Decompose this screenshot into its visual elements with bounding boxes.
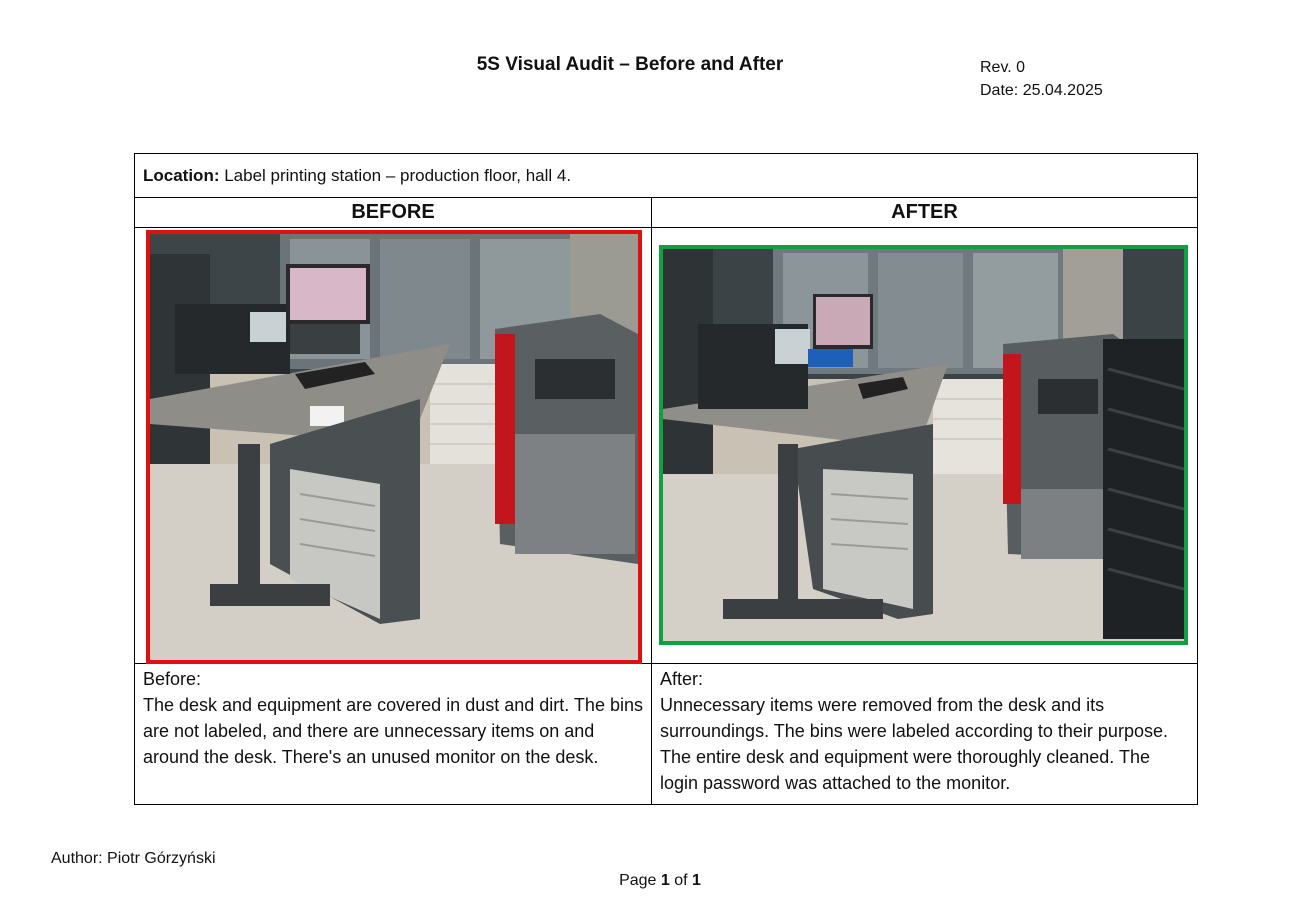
before-description-title: Before:	[143, 669, 202, 689]
page-mid: of	[669, 872, 693, 889]
page-prefix: Page	[619, 872, 661, 889]
page-number: Page 1 of 1	[600, 872, 720, 890]
before-photo-cell	[134, 227, 652, 664]
before-photo-image	[150, 234, 638, 660]
after-photo-image	[663, 249, 1184, 641]
document-meta: Rev. 0 Date: 25.04.2025	[980, 56, 1103, 102]
location-value: Label printing station – production floo…	[219, 165, 572, 185]
revision-label: Rev. 0	[980, 59, 1026, 76]
after-photo-cell	[650, 227, 1199, 664]
before-photo	[146, 230, 642, 664]
page-current: 1	[660, 872, 670, 889]
location-label: Location:	[143, 165, 220, 185]
after-photo	[659, 245, 1188, 645]
author-label: Author: Piotr Górzyński	[51, 850, 216, 867]
after-description-text: Unnecessary items were removed from the …	[660, 695, 1168, 793]
after-description-title: After:	[660, 669, 704, 689]
after-header: AFTER	[650, 197, 1199, 228]
before-header: BEFORE	[134, 197, 652, 228]
document-title: 5S Visual Audit – Before and After	[476, 54, 784, 75]
date-label: Date: 25.04.2025	[980, 82, 1103, 99]
audit-table: Location: Label printing station – produ…	[133, 153, 1199, 805]
before-description-text: The desk and equipment are covered in du…	[143, 695, 643, 767]
before-description-cell: Before: The desk and equipment are cover…	[134, 663, 652, 805]
after-description-cell: After: Unnecessary items were removed fr…	[650, 663, 1199, 805]
location-cell: Location: Label printing station – produ…	[133, 153, 1199, 198]
page-total: 1	[692, 872, 701, 889]
